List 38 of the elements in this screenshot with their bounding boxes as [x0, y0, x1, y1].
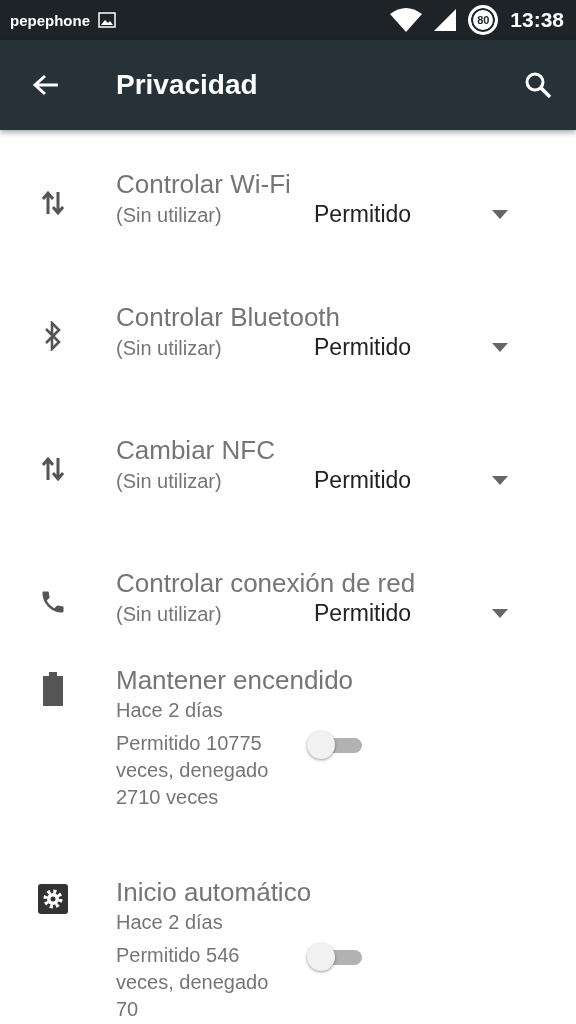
carrier-name: pepephone	[10, 11, 90, 29]
permission-dropdown[interactable]: Permitido	[314, 332, 542, 363]
caret-icon	[492, 609, 508, 618]
search-icon[interactable]	[524, 71, 552, 99]
up-down-arrows-icon	[42, 455, 64, 482]
permission-title: Inicio automático	[116, 876, 313, 908]
permission-title: Controlar Wi-Fi	[116, 167, 292, 200]
permission-dropdown[interactable]: Permitido	[314, 598, 542, 629]
permission-title: Controlar Bluetooth	[116, 300, 342, 333]
permission-title: Controlar conexión de red	[116, 566, 417, 599]
back-arrow-icon[interactable]	[32, 73, 60, 97]
signal-icon	[434, 9, 457, 31]
clock: 13:38	[510, 8, 564, 32]
caret-icon	[492, 476, 508, 485]
usage-status: (Sin utilizar)	[116, 601, 223, 627]
battery-icon	[43, 672, 63, 706]
toggle-switch[interactable]	[306, 942, 364, 972]
battery-indicator: 80	[468, 5, 499, 35]
last-used-text: Hace 2 días	[116, 698, 224, 723]
up-down-arrows-icon	[42, 189, 64, 216]
usage-count-text: Permitido 546 veces, denegado 70	[116, 943, 270, 1022]
caret-icon	[492, 343, 508, 352]
bluetooth-icon	[44, 320, 62, 351]
usage-count-text: Permitido 10775 veces, denegado 2710 veces	[116, 731, 270, 810]
screen-title: Privacidad	[116, 69, 259, 101]
permission-dropdown[interactable]: Permitido	[314, 199, 542, 230]
toggle-switch[interactable]	[306, 730, 364, 760]
usage-status: (Sin utilizar)	[116, 335, 223, 361]
image-icon	[98, 12, 116, 28]
wifi-icon	[390, 8, 423, 32]
last-used-text: Hace 2 días	[116, 910, 224, 935]
settings-icon	[38, 884, 68, 914]
usage-status: (Sin utilizar)	[116, 468, 223, 494]
permission-title: Cambiar NFC	[116, 433, 276, 466]
permission-dropdown[interactable]: Permitido	[314, 465, 542, 496]
permission-title: Mantener encendido	[116, 664, 355, 696]
caret-icon	[492, 210, 508, 219]
usage-status: (Sin utilizar)	[116, 202, 223, 228]
